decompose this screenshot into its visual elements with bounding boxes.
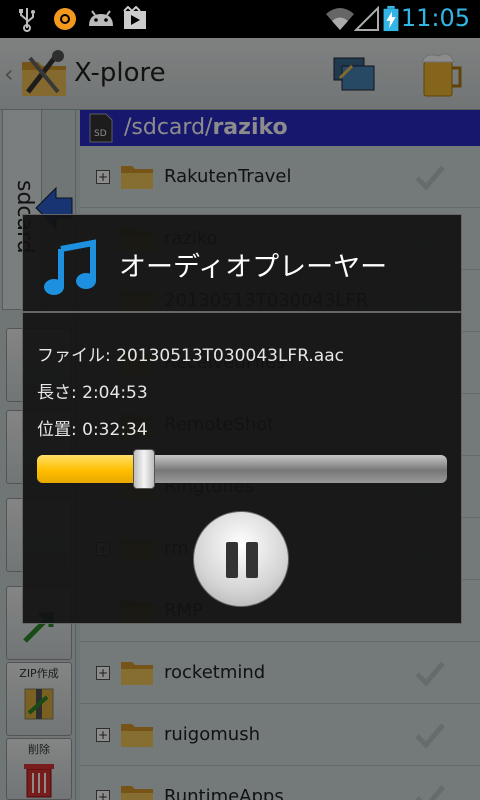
file-info-row: ファイル: 20130513T030043LFR.aac xyxy=(37,341,344,366)
file-value: 20130513T030043LFR.aac xyxy=(116,346,344,366)
orange-app-icon xyxy=(54,8,76,30)
position-label: 位置: xyxy=(37,420,77,440)
length-value: 2:04:53 xyxy=(82,383,148,403)
video-icon xyxy=(123,6,146,29)
dialog-title: オーディオプレーヤー xyxy=(119,252,388,283)
clock: 11:05 xyxy=(400,4,470,32)
seek-thumb[interactable] xyxy=(133,449,155,489)
position-value: 0:32:34 xyxy=(82,420,148,440)
status-bar: 11:05 xyxy=(0,0,480,38)
length-info-row: 長さ: 2:04:53 xyxy=(37,378,148,403)
signal-icon xyxy=(354,6,379,31)
usb-icon xyxy=(19,8,35,32)
pause-bar-right xyxy=(246,542,258,578)
pause-button[interactable] xyxy=(193,511,289,607)
dialog-header: オーディオプレーヤー xyxy=(23,215,461,313)
seek-progress xyxy=(37,455,144,483)
music-note-icon xyxy=(44,239,96,295)
wifi-icon xyxy=(326,8,354,30)
seek-bar[interactable] xyxy=(37,449,447,489)
position-info-row: 位置: 0:32:34 xyxy=(37,415,148,440)
pause-bar-left xyxy=(226,542,238,578)
file-label: ファイル: xyxy=(37,346,111,366)
length-label: 長さ: xyxy=(37,383,77,403)
android-icon xyxy=(89,10,113,26)
battery-charging-icon xyxy=(383,6,399,32)
audio-player-dialog: オーディオプレーヤー ファイル: 20130513T030043LFR.aac … xyxy=(22,214,462,624)
